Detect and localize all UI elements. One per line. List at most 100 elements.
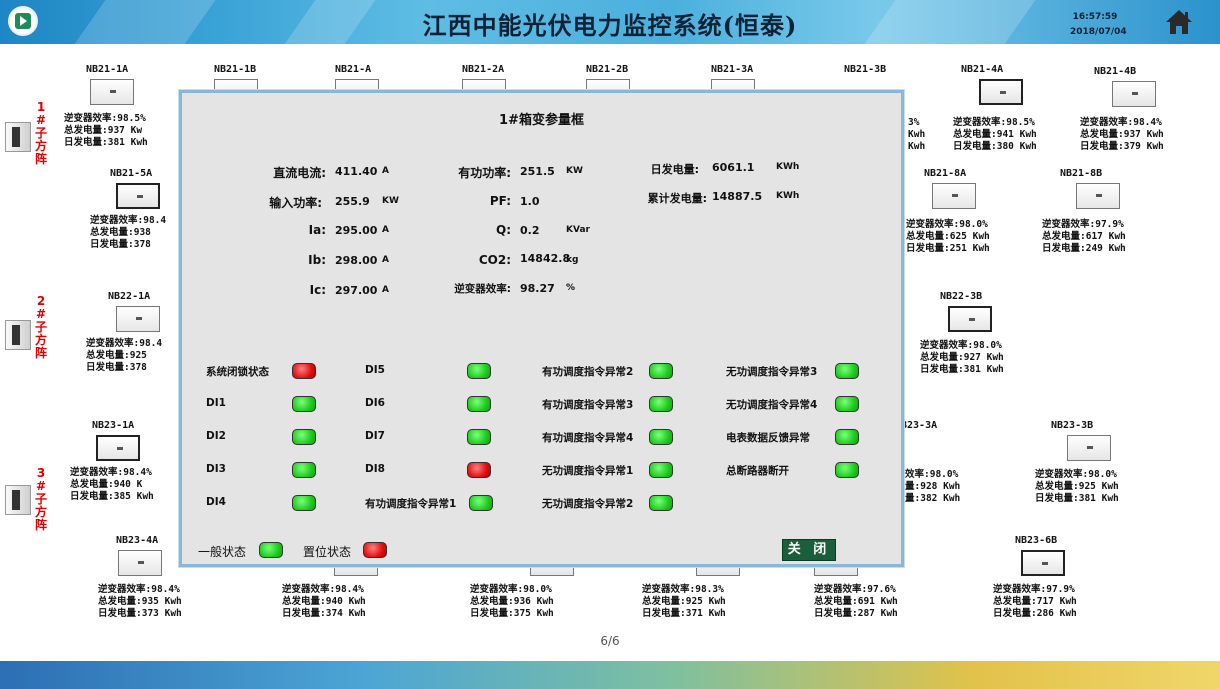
active-power-value: 251.5 (520, 165, 555, 178)
ia-value: 295.00 (335, 224, 378, 237)
inverter-efficiency: 逆变器效率:98.4% (98, 584, 180, 595)
legend-set-indicator (363, 542, 387, 558)
inverter-daily-generation: 日发电量:379 Kwh (1080, 141, 1164, 152)
inverter-name: NB21-8A (924, 168, 967, 179)
status-label: DI4 (206, 496, 226, 508)
group-label-1: 1 # 子 方 阵 (33, 101, 49, 166)
group-char: 阵 (34, 152, 47, 166)
inverter-total-generation: 总发电量:937 Kwh (1080, 129, 1164, 140)
inverter-efficiency: 3% (908, 117, 920, 128)
ib-label: Ib: (308, 253, 326, 267)
inverter-daily-generation: 日发电量:378 (86, 362, 147, 373)
pf-label: PF: (489, 194, 511, 208)
dc-current-value: 411.40 (335, 165, 378, 178)
inverter-daily-generation: 量:382 Kwh (905, 493, 961, 504)
inverter-efficiency: 逆变器效率:97.9% (1042, 219, 1124, 230)
status-label: 有功调度指令异常2 (542, 366, 634, 378)
inverter-total-generation: 总发电量:935 Kwh (98, 596, 182, 607)
status-label: 系统闭锁状态 (206, 366, 269, 378)
status-indicator (835, 363, 859, 379)
inverter-name: NB23-1A (92, 420, 135, 431)
q-unit: KVar (566, 225, 590, 235)
inverter-daily-generation: 日发电量:373 Kwh (98, 608, 182, 619)
ib-unit: A (382, 255, 389, 265)
inverter-device-icon (1021, 550, 1065, 576)
inverter-efficiency: 逆变器效率:98.3% (642, 584, 724, 595)
inverter-name: NB21-3B (844, 64, 887, 75)
status-label: 总断路器断开 (726, 465, 789, 477)
home-icon[interactable] (1164, 8, 1194, 36)
inverter-device-icon (948, 306, 992, 332)
status-indicator (292, 495, 316, 511)
inverter-daily-generation: 日发电量:381 Kwh (920, 364, 1004, 375)
inverter-device-icon (118, 550, 162, 576)
inverter-efficiency: 逆变器效率:98.4% (70, 467, 152, 478)
transformer-cabinet-icon[interactable] (5, 320, 31, 350)
inverter-name: NB22-1A (108, 291, 151, 302)
input-power-unit: KW (382, 196, 399, 206)
inverter-device-icon (979, 79, 1023, 105)
inverter-efficiency-unit: % (566, 283, 576, 293)
status-label: 无功调度指令异常1 (542, 465, 634, 477)
status-indicator (835, 429, 859, 445)
total-generation-label: 累计发电量: (647, 192, 707, 205)
daily-generation-label: 日发电量: (650, 163, 699, 176)
inverter-total-generation: 总发电量:936 Kwh (470, 596, 554, 607)
inverter-total-generation: 总发电量:617 Kwh (1042, 231, 1126, 242)
inverter-efficiency-value: 98.27 (520, 282, 555, 295)
status-label: DI8 (365, 463, 385, 475)
status-label: DI2 (206, 430, 226, 442)
transformer-cabinet-icon[interactable] (5, 122, 31, 152)
inverter-name: NB21-1A (86, 64, 129, 75)
ic-label: Ic: (309, 283, 326, 297)
status-indicator (292, 396, 316, 412)
transformer-cabinet-icon[interactable] (5, 485, 31, 515)
co2-value: 14842.8 (520, 252, 571, 265)
inverter-efficiency: 逆变器效率:97.6% (814, 584, 896, 595)
inverter-name: NB21-4A (961, 64, 1004, 75)
inverter-efficiency: 逆变器效率:98.0% (1035, 469, 1117, 480)
group-label-3: 3 # 子 方 阵 (33, 467, 49, 532)
inverter-efficiency: 逆变器效率:98.4% (1080, 117, 1162, 128)
status-indicator (469, 495, 493, 511)
clock-date: 2018/07/04 (1070, 27, 1127, 37)
legend-normal-indicator (259, 542, 283, 558)
co2-unit: kg (566, 255, 579, 265)
ia-label: Ia: (308, 223, 326, 237)
dc-current-unit: A (382, 166, 389, 176)
inverter-daily-generation: 日发电量:385 Kwh (70, 491, 154, 502)
inverter-efficiency: 逆变器效率:98.4 (90, 215, 167, 226)
status-indicator (649, 363, 673, 379)
status-indicator (292, 429, 316, 445)
dc-current-label: 直流电流: (273, 166, 326, 180)
inverter-efficiency: 逆变器效率:98.0% (920, 340, 1002, 351)
inverter-total-generation: 总发电量:927 Kwh (920, 352, 1004, 363)
inverter-daily-generation: 日发电量:381 Kwh (1035, 493, 1119, 504)
inverter-name: NB21-2A (462, 64, 505, 75)
inverter-device-icon (90, 79, 134, 105)
inverter-total-generation: 总发电量:940 Kwh (282, 596, 366, 607)
inverter-total-generation: 总发电量:691 Kwh (814, 596, 898, 607)
status-label: 无功调度指令异常4 (726, 399, 818, 411)
close-button[interactable]: 关 闭 (782, 539, 836, 561)
status-label: 有功调度指令异常1 (365, 498, 457, 510)
inverter-daily-generation: 日发电量:374 Kwh (282, 608, 366, 619)
inverter-name: NB21-1B (214, 64, 257, 75)
ic-unit: A (382, 285, 389, 295)
inverter-total-generation: 量:928 Kwh (905, 481, 961, 492)
inverter-total-generation: 总发电量:938 (90, 227, 151, 238)
inverter-name: NB21-8B (1060, 168, 1103, 179)
inverter-total-generation: 总发电量:717 Kwh (993, 596, 1077, 607)
inverter-efficiency: 逆变器效率:98.5% (64, 113, 146, 124)
status-indicator (467, 396, 491, 412)
clock-time: 16:57:59 (1072, 12, 1118, 22)
inverter-name: NB21-A (335, 64, 372, 75)
q-value: 0.2 (520, 224, 540, 237)
input-power-value: 255.9 (335, 195, 370, 208)
input-power-label: 输入功率: (269, 196, 322, 210)
inverter-total-generation: 总发电量:625 Kwh (906, 231, 990, 242)
daily-generation-unit: KWh (776, 162, 800, 172)
status-indicator (467, 462, 491, 478)
inverter-device-icon (1112, 81, 1156, 107)
inverter-name: NB21-2B (586, 64, 629, 75)
